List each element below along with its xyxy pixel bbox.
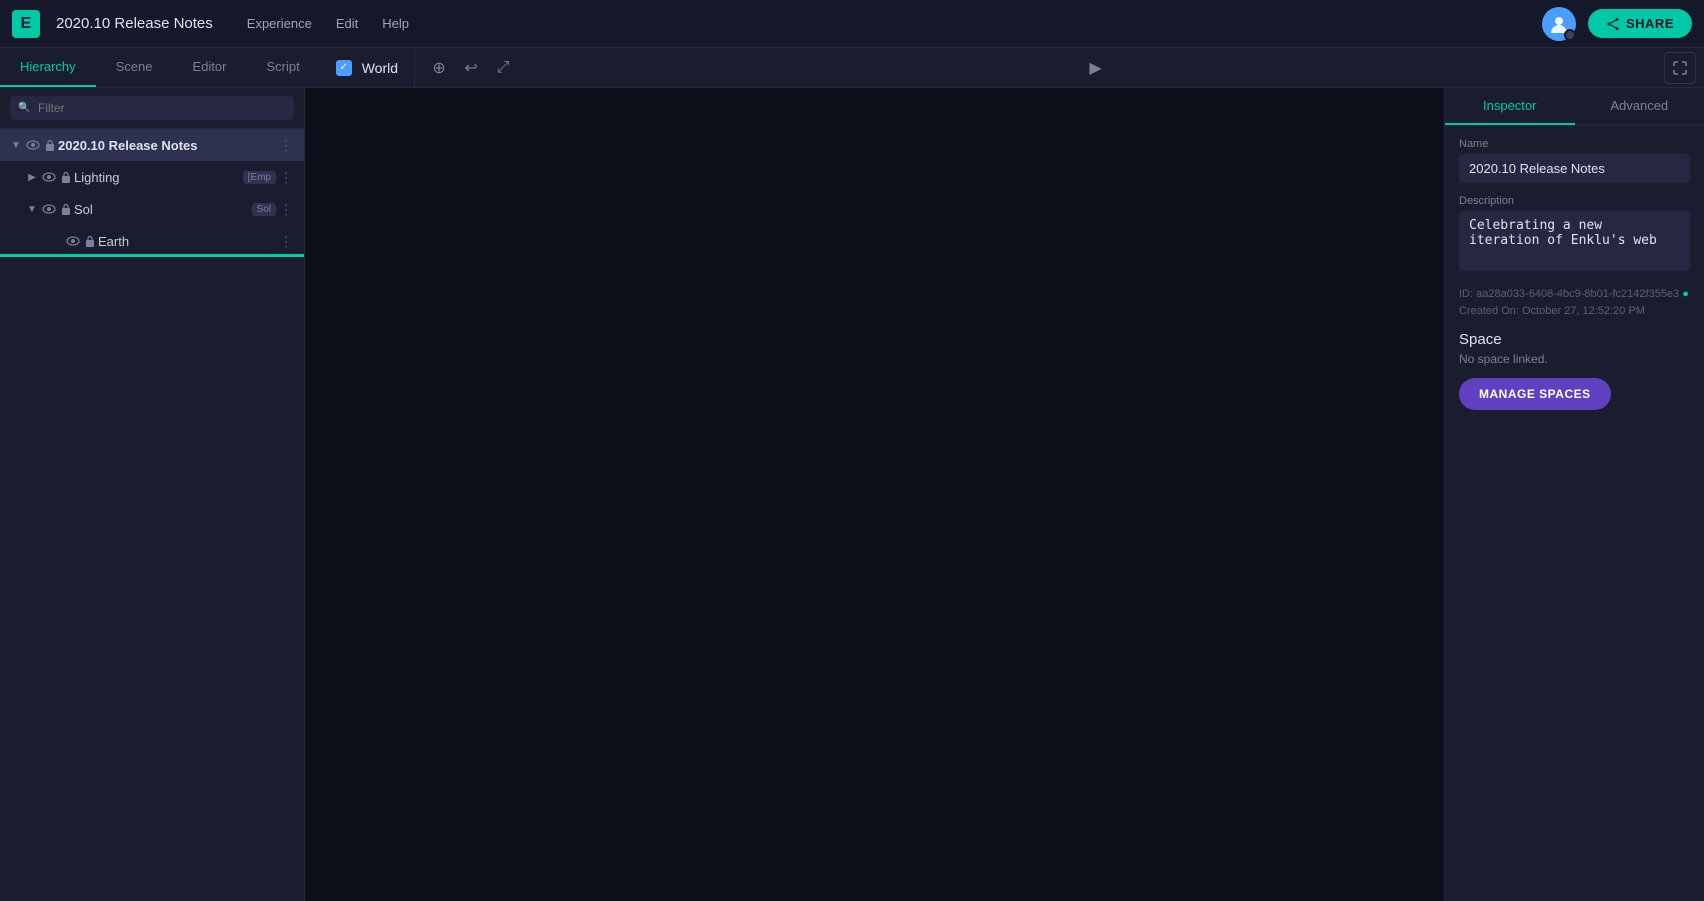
share-button[interactable]: SHARE (1588, 9, 1692, 38)
eye-icon-sol[interactable] (40, 200, 58, 218)
toolbar-icons: ⊕ ↩ ⤢ (415, 54, 527, 82)
lighting-tag: [Emp (243, 171, 276, 184)
hierarchy-item-lighting[interactable]: ▶ Lighting [Emp ⋮ (0, 161, 304, 193)
item-label-sol: Sol (74, 202, 248, 217)
fullscreen-button[interactable] (1664, 52, 1696, 84)
share-label: SHARE (1626, 16, 1674, 31)
nav-edit[interactable]: Edit (326, 12, 368, 35)
tabs-left: Hierarchy Scene Editor Script (0, 48, 320, 87)
dots-menu-release-notes[interactable]: ⋮ (276, 135, 296, 155)
dots-menu-lighting[interactable]: ⋮ (276, 167, 296, 187)
description-field-label: Description (1459, 195, 1690, 207)
name-field-label: Name (1459, 138, 1690, 150)
nav-experience[interactable]: Experience (237, 12, 322, 35)
top-right: SHARE (1542, 7, 1692, 41)
inspector-content: Name Description Celebrating a new itera… (1445, 126, 1704, 422)
left-panel: ▼ 2020.10 Release Notes ⋮ ▶ Lighting [Em… (0, 88, 305, 901)
search-bar (0, 88, 304, 129)
sol-tag: Sol (252, 203, 276, 216)
manage-spaces-button[interactable]: MANAGE SPACES (1459, 378, 1611, 410)
eye-icon-earth[interactable] (64, 232, 82, 250)
lock-icon-lighting[interactable] (58, 169, 74, 185)
tab-script[interactable]: Script (246, 48, 319, 87)
app-logo: E (12, 10, 40, 38)
selection-indicator (0, 254, 304, 257)
eye-icon-release-notes[interactable] (24, 136, 42, 154)
item-label-lighting: Lighting (74, 170, 239, 185)
eye-icon-lighting[interactable] (40, 168, 58, 186)
tab-advanced[interactable]: Advanced (1575, 88, 1704, 125)
world-label: World (362, 60, 398, 76)
hierarchy-item-sol[interactable]: ▼ Sol Sol ⋮ (0, 193, 304, 225)
project-title: 2020.10 Release Notes (56, 15, 213, 32)
description-field-group: Description Celebrating a new iteration … (1459, 195, 1690, 274)
hierarchy-item-earth[interactable]: Earth ⋮ (0, 225, 304, 257)
dots-menu-sol[interactable]: ⋮ (276, 199, 296, 219)
top-bar: E 2020.10 Release Notes Experience Edit … (0, 0, 1704, 48)
nav-help[interactable]: Help (372, 12, 419, 35)
space-sub: No space linked. (1459, 352, 1690, 366)
avatar-badge (1564, 29, 1576, 41)
right-panel: Inspector Advanced Name Description Cele… (1444, 88, 1704, 901)
world-area: ✓ World (320, 48, 415, 87)
meta-id: ID: aa28a033-6408-4bc9-8b01-fc2142f355e3 (1459, 288, 1682, 300)
item-label-earth: Earth (98, 234, 276, 249)
tab-hierarchy[interactable]: Hierarchy (0, 48, 96, 87)
world-checkbox[interactable]: ✓ (336, 60, 352, 76)
main-layout: ▼ 2020.10 Release Notes ⋮ ▶ Lighting [Em… (0, 88, 1704, 901)
hierarchy-item-release-notes[interactable]: ▼ 2020.10 Release Notes ⋮ (0, 129, 304, 161)
viewport (305, 88, 1444, 901)
lock-icon-release-notes[interactable] (42, 137, 58, 153)
tab-inspector[interactable]: Inspector (1445, 88, 1575, 125)
lock-icon-sol[interactable] (58, 201, 74, 217)
dots-menu-earth[interactable]: ⋮ (276, 231, 296, 251)
tab-scene[interactable]: Scene (96, 48, 173, 87)
search-input[interactable] (10, 96, 294, 120)
avatar[interactable] (1542, 7, 1576, 41)
secondary-bar: Hierarchy Scene Editor Script ✓ World ⊕ … (0, 48, 1704, 88)
move-tool-icon[interactable]: ⊕ (425, 54, 453, 82)
name-field-input[interactable] (1459, 154, 1690, 183)
play-area: ▶ (527, 54, 1664, 82)
lock-icon-earth[interactable] (82, 233, 98, 249)
item-label-release-notes: 2020.10 Release Notes (58, 138, 276, 153)
description-field-input[interactable]: Celebrating a new iteration of Enklu's w… (1459, 211, 1690, 271)
expand-arrow-lighting[interactable]: ▶ (24, 169, 40, 185)
meta-dot: ● (1682, 288, 1689, 300)
right-tabs: Inspector Advanced (1445, 88, 1704, 126)
play-button[interactable]: ▶ (1082, 54, 1110, 82)
expand-arrow-sol[interactable]: ▼ (24, 201, 40, 217)
share-icon (1606, 17, 1620, 31)
meta-created: Created On: October 27, 12:52:20 PM (1459, 305, 1645, 317)
name-field-group: Name (1459, 138, 1690, 183)
undo-icon[interactable]: ↩ (457, 54, 485, 82)
meta-info: ID: aa28a033-6408-4bc9-8b01-fc2142f355e3… (1459, 286, 1690, 319)
space-section: Space No space linked. (1459, 331, 1690, 366)
fullscreen-icon (1673, 61, 1687, 75)
tab-editor[interactable]: Editor (173, 48, 247, 87)
expand-icon[interactable]: ⤢ (489, 54, 517, 82)
expand-arrow-release-notes[interactable]: ▼ (8, 137, 24, 153)
space-heading: Space (1459, 331, 1690, 348)
top-nav: Experience Edit Help (237, 12, 419, 35)
search-wrapper (10, 96, 294, 120)
